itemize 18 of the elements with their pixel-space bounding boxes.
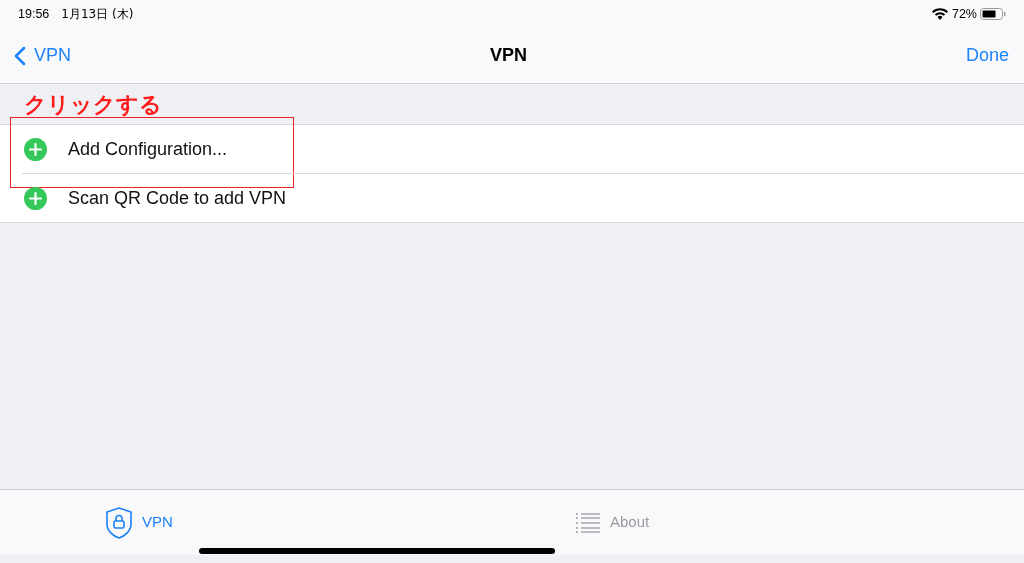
list-item[interactable]: Add Configuration...	[0, 125, 1024, 173]
status-date: 1月13日 (木)	[61, 6, 134, 23]
tab[interactable]: VPN	[106, 506, 173, 539]
list-item[interactable]: Scan QR Code to add VPN	[0, 174, 1024, 222]
battery-icon	[980, 8, 1006, 20]
add-icon	[24, 137, 47, 161]
wifi-icon	[931, 8, 948, 20]
battery-percent: 72%	[951, 5, 977, 23]
done-button[interactable]: Done	[965, 42, 1010, 69]
nav-title: VPN	[490, 44, 527, 67]
status-time: 19:56	[18, 5, 50, 23]
tab[interactable]: About	[576, 511, 650, 534]
shield-lock-icon	[106, 506, 132, 539]
add-icon	[24, 186, 47, 210]
chevron-left-icon	[14, 45, 26, 66]
annotation-label: クリックする	[24, 90, 162, 119]
back-button[interactable]: VPN	[14, 42, 71, 69]
list-icon	[576, 512, 600, 533]
